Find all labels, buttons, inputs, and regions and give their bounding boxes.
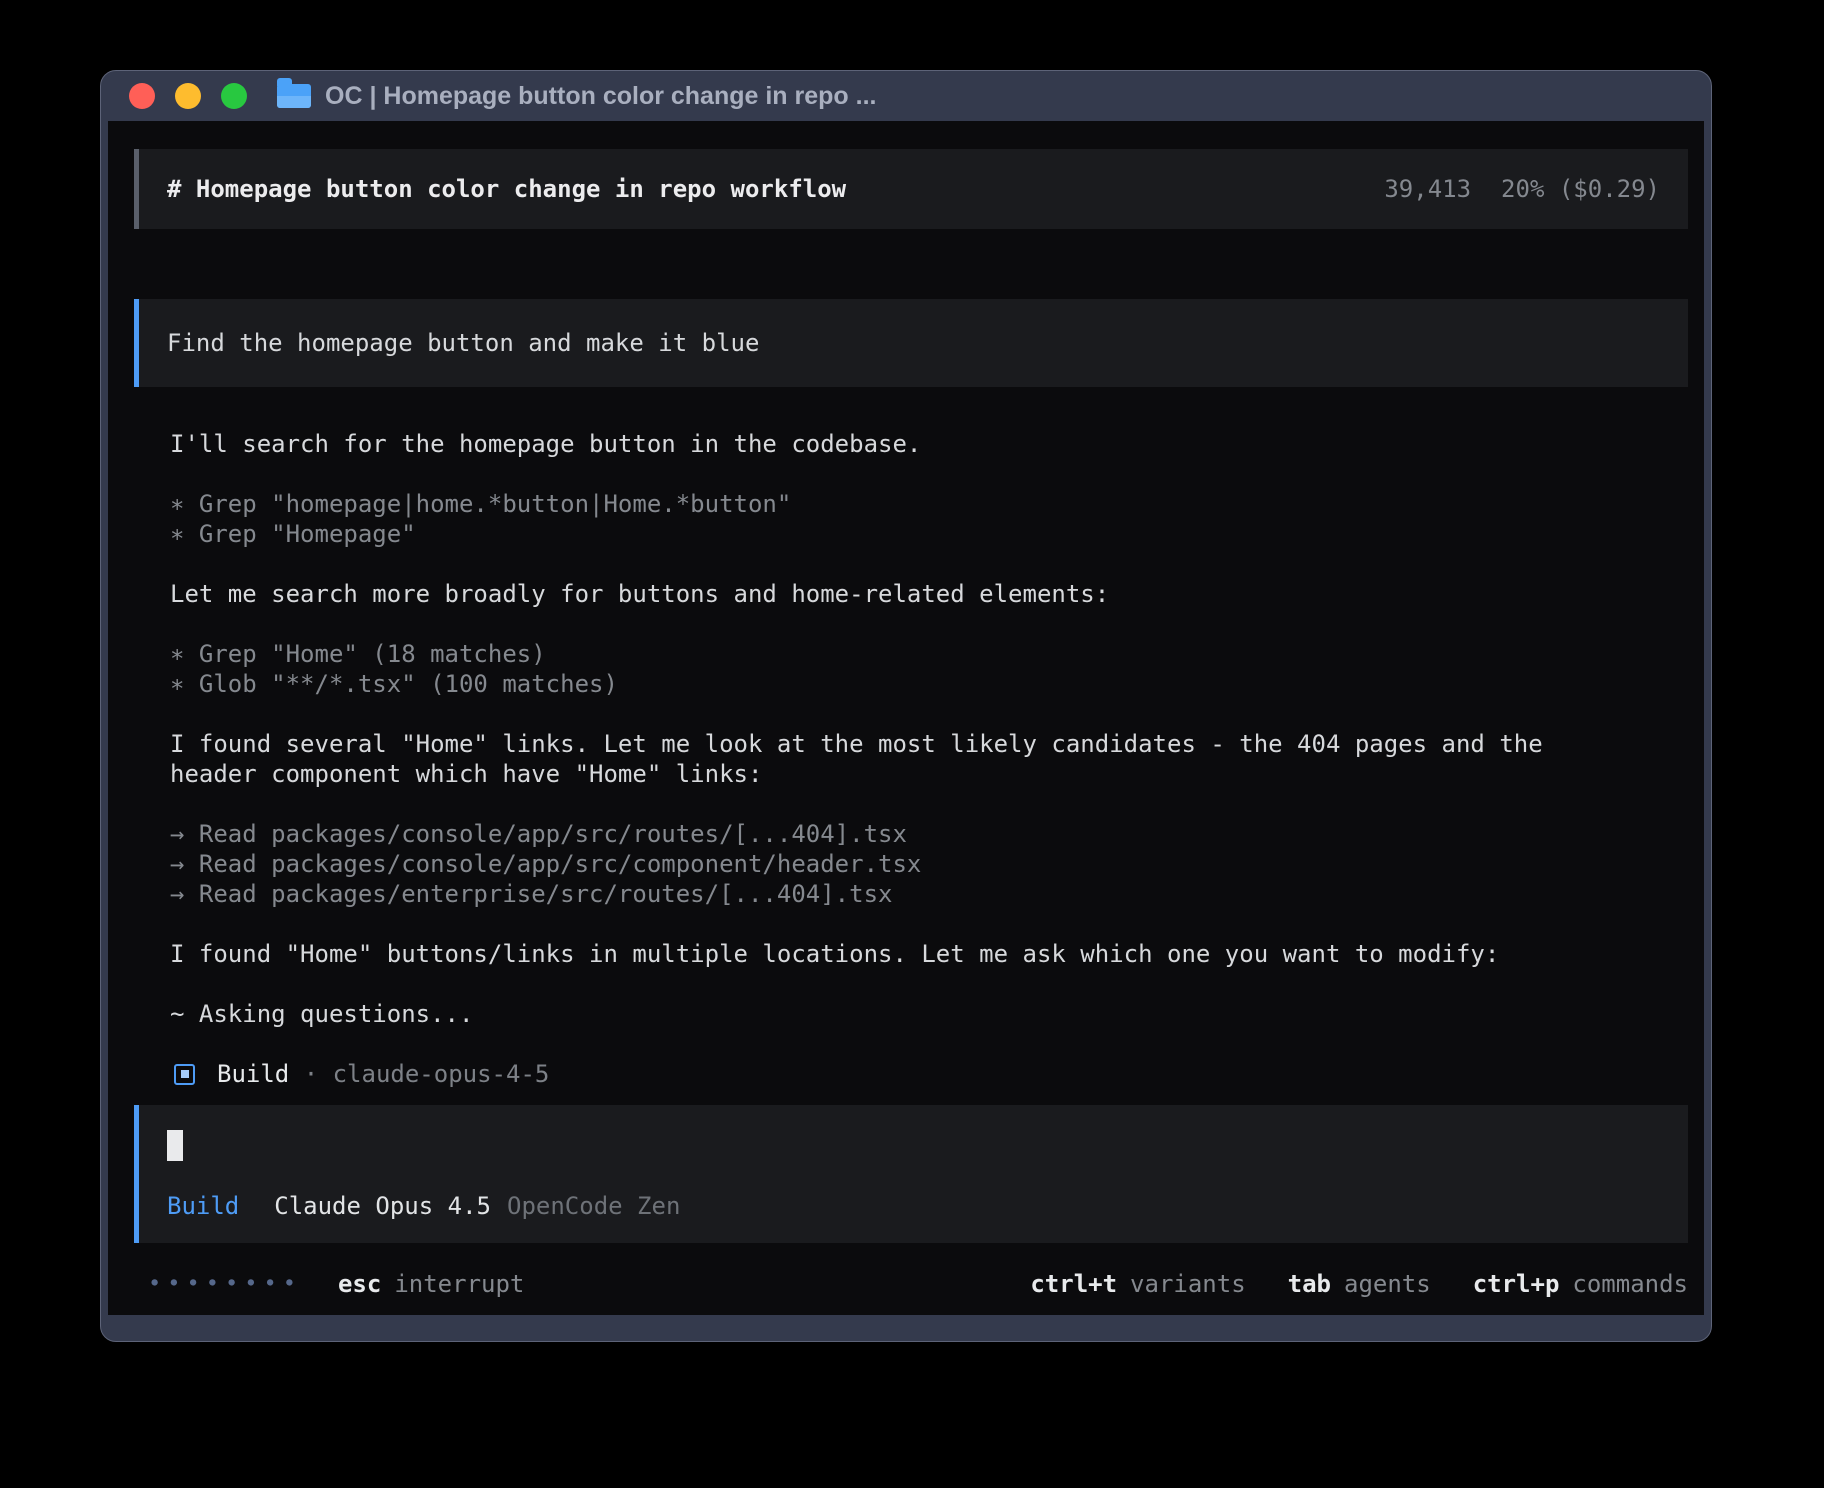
mode-indicator[interactable]: Build (167, 1191, 239, 1221)
agent-name: Build (217, 1059, 289, 1089)
status-bar-left: ∙∙∙∙∙∙∙∙ esc interrupt (148, 1269, 524, 1299)
tool-call-grep: ∗ Grep "homepage|home.*button|Home.*butt… (170, 489, 1688, 519)
context-usage-cost: 20% ($0.29) (1501, 174, 1660, 204)
status-bar: ∙∙∙∙∙∙∙∙ esc interrupt ctrl+t variants t… (148, 1269, 1688, 1299)
terminal-window: OC | Homepage button color change in rep… (100, 70, 1712, 1342)
session-title: # Homepage button color change in repo w… (167, 174, 846, 204)
assistant-text: I'll search for the homepage button in t… (170, 429, 1688, 459)
window-titlebar[interactable]: OC | Homepage button color change in rep… (101, 71, 1711, 121)
hint-label-commands: commands (1572, 1269, 1688, 1299)
prompt-cursor-line[interactable] (167, 1129, 1660, 1161)
tool-call-glob: ∗ Glob "**/*.tsx" (100 matches) (170, 669, 1688, 699)
tool-call-read: → Read packages/enterprise/src/routes/[.… (170, 879, 1688, 909)
assistant-text: I found "Home" buttons/links in multiple… (170, 939, 1688, 969)
assistant-text: I found several "Home" links. Let me loo… (170, 729, 1688, 759)
model-name[interactable]: Claude Opus 4.5 (274, 1191, 491, 1221)
close-button[interactable] (129, 83, 155, 109)
esc-key-hint[interactable]: esc (338, 1269, 381, 1299)
hint-label-agents: agents (1344, 1269, 1431, 1299)
session-stats: 39,413 20% ($0.29) (1384, 174, 1660, 204)
agent-status-line: Build · claude-opus-4-5 (174, 1059, 1688, 1089)
prompt-footer: Build Claude Opus 4.5 OpenCode Zen (167, 1191, 1660, 1221)
agent-build-icon (174, 1064, 195, 1085)
agent-model: · claude-opus-4-5 (289, 1059, 549, 1089)
folder-icon (277, 84, 311, 108)
hint-key-commands[interactable]: ctrl+p (1473, 1269, 1560, 1299)
spinner-dots-icon: ∙∙∙∙∙∙∙∙ (148, 1269, 302, 1299)
terminal-content: # Homepage button color change in repo w… (108, 121, 1704, 1315)
assistant-text: header component which have "Home" links… (170, 759, 1688, 789)
hint-key-variants[interactable]: ctrl+t (1030, 1269, 1117, 1299)
assistant-text: Let me search more broadly for buttons a… (170, 579, 1688, 609)
tool-call-grep: ∗ Grep "Homepage" (170, 519, 1688, 549)
session-header: # Homepage button color change in repo w… (134, 149, 1688, 229)
text-cursor (167, 1130, 183, 1161)
status-asking-questions: ~ Asking questions... (170, 999, 1688, 1029)
tool-call-read: → Read packages/console/app/src/componen… (170, 849, 1688, 879)
hint-label-variants: variants (1130, 1269, 1246, 1299)
desktop-background: OC | Homepage button color change in rep… (0, 0, 1824, 1488)
esc-key-label: interrupt (394, 1269, 524, 1299)
tool-call-read: → Read packages/console/app/src/routes/[… (170, 819, 1688, 849)
provider-name: OpenCode Zen (507, 1191, 680, 1221)
minimize-button[interactable] (175, 83, 201, 109)
status-bar-right: ctrl+t variants tab agents ctrl+p comman… (1030, 1269, 1688, 1299)
user-message: Find the homepage button and make it blu… (134, 299, 1688, 387)
zoom-button[interactable] (221, 83, 247, 109)
assistant-transcript: I'll search for the homepage button in t… (170, 429, 1688, 1089)
token-count: 39,413 (1384, 174, 1471, 204)
prompt-input[interactable]: Build Claude Opus 4.5 OpenCode Zen (134, 1105, 1688, 1243)
user-message-text: Find the homepage button and make it blu… (167, 328, 1660, 358)
traffic-lights (129, 83, 247, 109)
tool-call-grep: ∗ Grep "Home" (18 matches) (170, 639, 1688, 669)
window-title: OC | Homepage button color change in rep… (325, 82, 876, 111)
hint-key-agents[interactable]: tab (1288, 1269, 1331, 1299)
